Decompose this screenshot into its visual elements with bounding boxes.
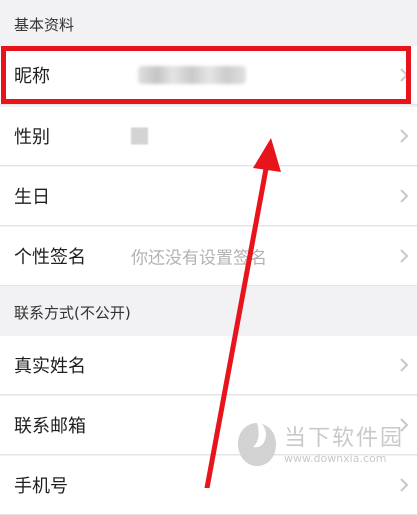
row-label: 性别 — [14, 127, 50, 148]
chevron-right-icon — [400, 418, 409, 432]
row-signature[interactable]: 个性签名 你还没有设置签名 — [0, 227, 417, 286]
gender-value-blurred — [131, 127, 148, 145]
chevron-right-icon — [400, 249, 409, 263]
chevron-right-icon — [400, 478, 409, 492]
chevron-right-icon — [400, 189, 409, 203]
nickname-value-blurred — [138, 66, 246, 84]
chevron-right-icon — [400, 68, 409, 82]
row-label: 手机号 — [14, 476, 68, 497]
chevron-right-icon — [400, 358, 409, 372]
row-real-name[interactable]: 真实姓名 — [0, 336, 417, 395]
row-phone[interactable]: 手机号 — [0, 456, 417, 515]
section-title: 联系方式(不公开) — [14, 304, 131, 322]
row-label: 联系邮箱 — [14, 416, 86, 437]
section-header-contact: 联系方式(不公开) — [0, 286, 417, 336]
row-label: 昵称 — [14, 66, 50, 87]
row-gender[interactable]: 性别 — [0, 107, 417, 166]
row-birthday[interactable]: 生日 — [0, 167, 417, 226]
section-title: 基本资料 — [14, 16, 75, 34]
row-nickname[interactable]: 昵称 — [0, 46, 417, 105]
section-header-basic-info: 基本资料 — [0, 0, 417, 46]
row-email[interactable]: 联系邮箱 — [0, 396, 417, 455]
chevron-right-icon — [400, 129, 409, 143]
signature-placeholder: 你还没有设置签名 — [131, 248, 267, 269]
row-label: 生日 — [14, 187, 50, 208]
row-label: 真实姓名 — [14, 356, 86, 377]
row-label: 个性签名 — [14, 247, 86, 268]
